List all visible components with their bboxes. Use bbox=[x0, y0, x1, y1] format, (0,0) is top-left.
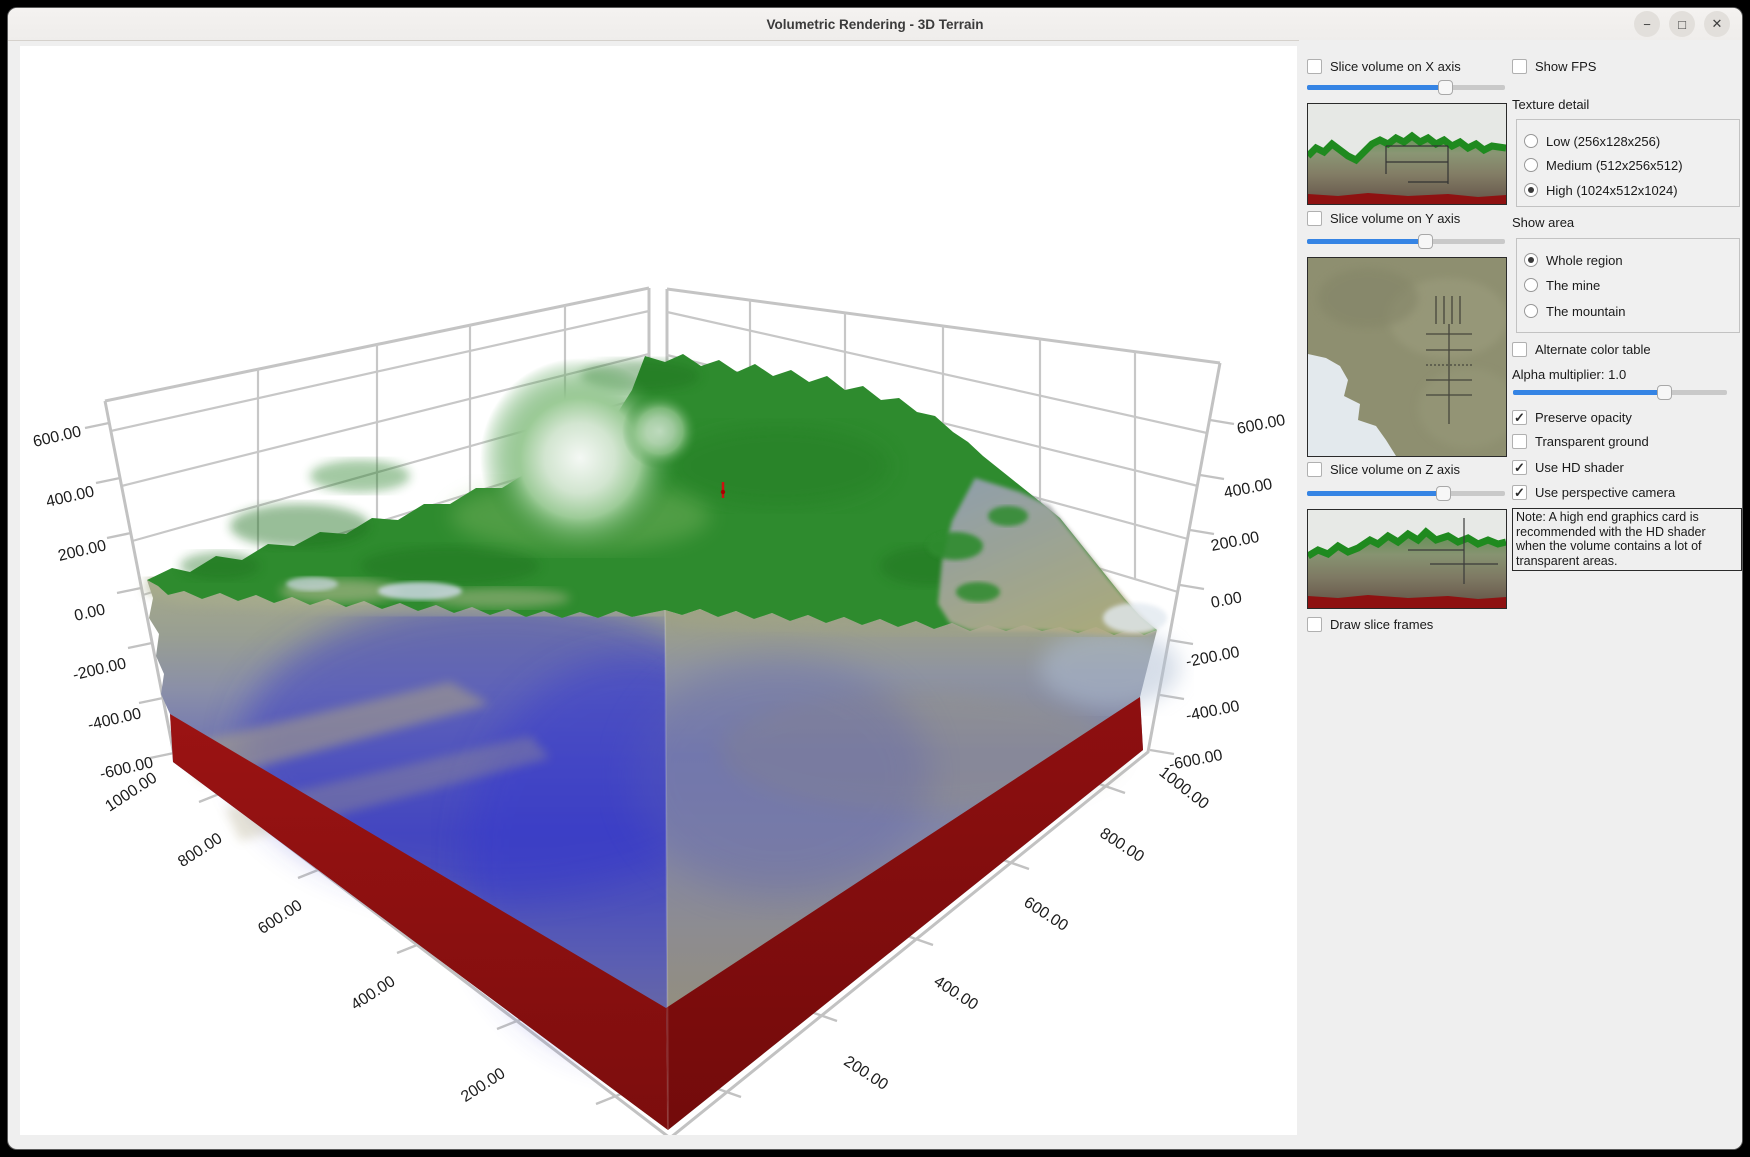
axis-tick-label: -600.00 bbox=[1168, 747, 1225, 774]
axis-tick-label: 400.00 bbox=[44, 483, 96, 511]
minimize-icon[interactable]: − bbox=[1634, 11, 1660, 37]
axis-tick-label: 600.00 bbox=[255, 897, 305, 938]
alpha-multiplier-slider[interactable] bbox=[1513, 385, 1727, 400]
control-panel: Slice volume on X axis bbox=[1299, 40, 1742, 1149]
titlebar[interactable]: Volumetric Rendering - 3D Terrain − □ ✕ bbox=[8, 8, 1742, 41]
axis-tick-label: 600.00 bbox=[31, 423, 83, 451]
slice-z-checkbox[interactable]: Slice volume on Z axis bbox=[1307, 461, 1460, 477]
checkbox-box bbox=[1307, 617, 1322, 632]
show-area-label: Show area bbox=[1512, 215, 1574, 231]
checkbox-label: Slice volume on Y axis bbox=[1330, 211, 1460, 226]
radio-icon bbox=[1524, 183, 1538, 197]
slice-y-slider[interactable] bbox=[1307, 234, 1505, 249]
checkbox-label: Use HD shader bbox=[1535, 460, 1624, 475]
alpha-multiplier-label: Alpha multiplier: 1.0 bbox=[1512, 367, 1626, 383]
checkbox-check-icon: ✓ bbox=[1512, 485, 1527, 500]
draw-slice-frames-checkbox[interactable]: Draw slice frames bbox=[1307, 616, 1433, 632]
checkbox-label: Alternate color table bbox=[1535, 342, 1651, 357]
slider-handle[interactable] bbox=[1436, 486, 1451, 501]
slider-handle[interactable] bbox=[1418, 234, 1433, 249]
checkbox-label: Transparent ground bbox=[1535, 434, 1649, 449]
axis-tick-label: -200.00 bbox=[1185, 644, 1242, 671]
axis-tick-label: 400.00 bbox=[1223, 476, 1274, 502]
axis-tick-label: 800.00 bbox=[175, 830, 225, 871]
axis-tick-label: 0.00 bbox=[1210, 589, 1244, 612]
radio-texture-high[interactable]: High (1024x512x1024) bbox=[1524, 182, 1678, 198]
radio-label: High (1024x512x1024) bbox=[1546, 183, 1678, 198]
radio-texture-medium[interactable]: Medium (512x256x512) bbox=[1524, 157, 1683, 173]
use-hd-shader-checkbox[interactable]: ✓ Use HD shader bbox=[1512, 459, 1624, 475]
axis-tick-label: 600.00 bbox=[1021, 894, 1071, 935]
axis-tick-label: 200.00 bbox=[458, 1065, 508, 1106]
alternate-color-table-checkbox[interactable]: Alternate color table bbox=[1512, 341, 1651, 357]
axis-tick-label: -400.00 bbox=[86, 705, 143, 734]
checkbox-label: Preserve opacity bbox=[1535, 410, 1632, 425]
show-fps-checkbox[interactable]: Show FPS bbox=[1512, 58, 1596, 74]
preserve-opacity-checkbox[interactable]: ✓ Preserve opacity bbox=[1512, 409, 1632, 425]
close-icon[interactable]: ✕ bbox=[1704, 11, 1730, 37]
terrain-3d-view[interactable]: 600.00 400.00 200.00 0.00 -200.00 -400.0… bbox=[20, 46, 1297, 1135]
radio-label: The mountain bbox=[1546, 304, 1626, 319]
checkbox-label: Draw slice frames bbox=[1330, 617, 1433, 632]
checkbox-box bbox=[1307, 462, 1322, 477]
checkbox-box bbox=[1512, 434, 1527, 449]
y-slice-preview bbox=[1307, 257, 1507, 457]
radio-icon bbox=[1524, 134, 1538, 148]
slice-x-slider[interactable] bbox=[1307, 80, 1505, 95]
maximize-icon[interactable]: □ bbox=[1669, 11, 1695, 37]
checkbox-label: Slice volume on Z axis bbox=[1330, 462, 1460, 477]
checkbox-box bbox=[1307, 59, 1322, 74]
checkbox-box bbox=[1512, 342, 1527, 357]
radio-texture-low[interactable]: Low (256x128x256) bbox=[1524, 133, 1660, 149]
checkbox-check-icon: ✓ bbox=[1512, 410, 1527, 425]
checkbox-box bbox=[1307, 211, 1322, 226]
radio-icon bbox=[1524, 253, 1538, 267]
checkbox-label: Show FPS bbox=[1535, 59, 1596, 74]
axis-tick-label: 800.00 bbox=[1097, 825, 1147, 866]
slice-z-slider[interactable] bbox=[1307, 486, 1505, 501]
radio-label: The mine bbox=[1546, 278, 1600, 293]
axis-tick-label: 200.00 bbox=[56, 537, 108, 565]
x-slice-preview bbox=[1307, 103, 1507, 205]
slice-y-checkbox[interactable]: Slice volume on Y axis bbox=[1307, 210, 1460, 226]
checkbox-box bbox=[1512, 59, 1527, 74]
axis-tick-label: 400.00 bbox=[348, 973, 398, 1014]
use-perspective-camera-checkbox[interactable]: ✓ Use perspective camera bbox=[1512, 484, 1675, 500]
axis-tick-label: 200.00 bbox=[1210, 529, 1261, 555]
texture-detail-label: Texture detail bbox=[1512, 97, 1589, 113]
radio-label: Whole region bbox=[1546, 253, 1623, 268]
axis-tick-label: 600.00 bbox=[1236, 412, 1287, 438]
slider-handle[interactable] bbox=[1438, 80, 1453, 95]
window-controls: − □ ✕ bbox=[1634, 11, 1730, 37]
transparent-ground-checkbox[interactable]: Transparent ground bbox=[1512, 433, 1649, 449]
radio-label: Low (256x128x256) bbox=[1546, 134, 1660, 149]
checkbox-label: Use perspective camera bbox=[1535, 485, 1675, 500]
app-window: Volumetric Rendering - 3D Terrain − □ ✕ bbox=[8, 8, 1742, 1149]
radio-whole-region[interactable]: Whole region bbox=[1524, 252, 1623, 268]
checkbox-label: Slice volume on X axis bbox=[1330, 59, 1461, 74]
slice-x-checkbox[interactable]: Slice volume on X axis bbox=[1307, 58, 1461, 74]
radio-icon bbox=[1524, 304, 1538, 318]
axis-tick-label: 200.00 bbox=[841, 1053, 891, 1094]
radio-the-mine[interactable]: The mine bbox=[1524, 277, 1600, 293]
axis-tick-label: -200.00 bbox=[71, 655, 128, 684]
checkbox-check-icon: ✓ bbox=[1512, 460, 1527, 475]
z-slice-preview bbox=[1307, 509, 1507, 609]
axis-tick-label: -400.00 bbox=[1185, 698, 1242, 725]
axis-tick-label: 0.00 bbox=[73, 601, 107, 625]
radio-icon bbox=[1524, 158, 1538, 172]
hd-shader-note: Note: A high end graphics card is recomm… bbox=[1512, 508, 1742, 571]
radio-the-mountain[interactable]: The mountain bbox=[1524, 303, 1626, 319]
terrain-volume bbox=[147, 354, 1180, 1130]
axis-tick-label: 400.00 bbox=[931, 973, 981, 1014]
radio-label: Medium (512x256x512) bbox=[1546, 158, 1683, 173]
window-title: Volumetric Rendering - 3D Terrain bbox=[766, 17, 983, 32]
slider-handle[interactable] bbox=[1657, 385, 1672, 400]
radio-icon bbox=[1524, 278, 1538, 292]
